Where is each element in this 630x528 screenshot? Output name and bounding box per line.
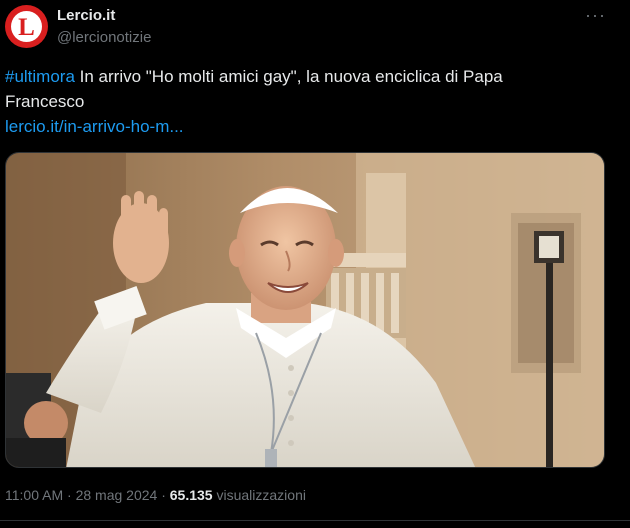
tweet-text-line1: In arrivo "Ho molti amici gay", la nuova… (74, 67, 503, 86)
more-options-icon[interactable]: ··· (585, 5, 606, 26)
avatar-letter: L (18, 14, 35, 41)
views-label: visualizzazioni (212, 487, 306, 503)
tweet-text-line2: Francesco (5, 92, 85, 111)
meta-separator-2: · (157, 487, 170, 503)
photo-of-pope-waving-icon (6, 153, 604, 467)
tweet-meta: 11:00 AM · 28 mag 2024 · 65.135 visualiz… (5, 487, 306, 503)
tweet-date[interactable]: 28 mag 2024 (76, 487, 158, 503)
meta-separator: · (63, 487, 76, 503)
article-link[interactable]: lercio.it/in-arrivo-ho-m... (5, 117, 184, 137)
hashtag-link[interactable]: #ultimora (5, 67, 75, 86)
tweet-time[interactable]: 11:00 AM (5, 487, 63, 503)
avatar-inner: L (11, 11, 42, 42)
author-name[interactable]: Lercio.it (57, 7, 115, 24)
tweet: L Lercio.it @lercionotizie ··· #ultimora… (0, 0, 630, 528)
divider (0, 520, 630, 521)
media-image[interactable] (5, 152, 605, 468)
author-handle[interactable]: @lercionotizie (57, 29, 151, 46)
avatar[interactable]: L (5, 5, 48, 48)
views-count: 65.135 (169, 487, 213, 503)
tweet-text: #ultimora In arrivo "Ho molti amici gay"… (5, 64, 605, 114)
